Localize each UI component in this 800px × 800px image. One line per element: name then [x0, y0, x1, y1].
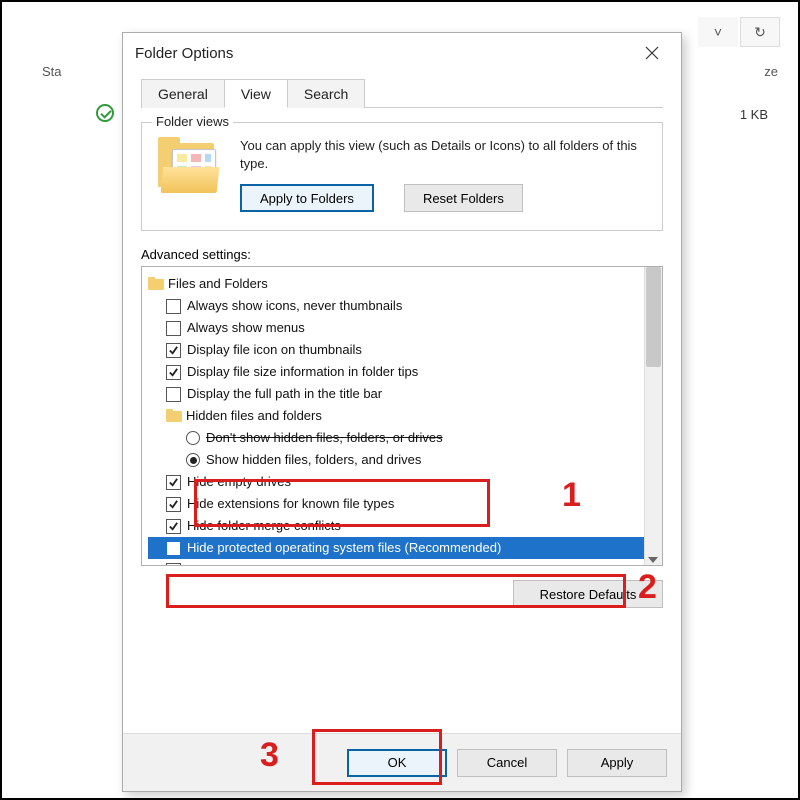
- bg-text-left: Sta: [42, 64, 62, 79]
- opt-show-hidden[interactable]: Show hidden files, folders, and drives: [206, 449, 421, 471]
- radio[interactable]: [186, 453, 200, 467]
- ok-button[interactable]: OK: [347, 749, 447, 777]
- checkbox[interactable]: [166, 563, 181, 567]
- checkbox[interactable]: [166, 343, 181, 358]
- refresh-icon[interactable]: ↻: [740, 17, 780, 47]
- opt-dont-show-hidden[interactable]: Don't show hidden files, folders, or dri…: [206, 427, 443, 449]
- folder-views-group: Folder views You can apply this view (su…: [141, 122, 663, 231]
- restore-defaults-button[interactable]: Restore Defaults: [513, 580, 663, 608]
- bg-filesize: 1 KB: [740, 107, 768, 122]
- opt-always-icons[interactable]: Always show icons, never thumbnails: [187, 295, 402, 317]
- chevron-down-icon[interactable]: [648, 557, 658, 563]
- checkbox[interactable]: [166, 321, 181, 336]
- advanced-settings-label: Advanced settings:: [141, 247, 663, 262]
- advanced-settings-list[interactable]: Files and Folders Always show icons, nev…: [141, 266, 663, 566]
- cancel-button[interactable]: Cancel: [457, 749, 557, 777]
- opt-hide-protected-os[interactable]: Hide protected operating system files (R…: [187, 537, 501, 559]
- checkbox[interactable]: [166, 387, 181, 402]
- tab-view[interactable]: View: [224, 79, 288, 108]
- checkbox[interactable]: [166, 497, 181, 512]
- folder-views-text: You can apply this view (such as Details…: [240, 137, 648, 172]
- opt-always-menus[interactable]: Always show menus: [187, 317, 305, 339]
- opt-file-size-tips[interactable]: Display file size information in folder …: [187, 361, 418, 383]
- tree-hidden-group: Hidden files and folders: [186, 405, 322, 427]
- opt-full-path-title[interactable]: Display the full path in the title bar: [187, 383, 382, 405]
- folder-views-icon: [156, 137, 226, 197]
- checkbox[interactable]: [166, 475, 181, 490]
- checkbox[interactable]: [166, 299, 181, 314]
- folder-icon: [166, 409, 182, 423]
- opt-file-icon-thumb[interactable]: Display file icon on thumbnails: [187, 339, 362, 361]
- radio[interactable]: [186, 431, 200, 445]
- group-legend: Folder views: [152, 114, 233, 129]
- tab-general[interactable]: General: [141, 79, 225, 108]
- status-check-icon: [96, 104, 114, 122]
- checkbox[interactable]: [166, 365, 181, 380]
- folder-icon: [148, 277, 164, 291]
- folder-options-dialog: Folder Options General View Search Folde…: [122, 32, 682, 792]
- tree-root: Files and Folders: [168, 273, 268, 295]
- reset-folders-button[interactable]: Reset Folders: [404, 184, 523, 212]
- tab-search[interactable]: Search: [287, 79, 365, 108]
- opt-hide-merge-conflicts[interactable]: Hide folder merge conflicts: [187, 515, 341, 537]
- checkbox[interactable]: [166, 519, 181, 534]
- close-icon[interactable]: [635, 39, 669, 67]
- apply-button[interactable]: Apply: [567, 749, 667, 777]
- apply-to-folders-button[interactable]: Apply to Folders: [240, 184, 374, 212]
- opt-hide-empty-drives[interactable]: Hide empty drives: [187, 471, 291, 493]
- scrollbar[interactable]: [644, 267, 662, 565]
- dialog-title: Folder Options: [135, 45, 233, 62]
- background-chevron: ˅: [698, 17, 738, 47]
- opt-hide-extensions[interactable]: Hide extensions for known file types: [187, 493, 394, 515]
- checkbox[interactable]: [166, 541, 181, 556]
- bg-text-right: ze: [764, 64, 778, 79]
